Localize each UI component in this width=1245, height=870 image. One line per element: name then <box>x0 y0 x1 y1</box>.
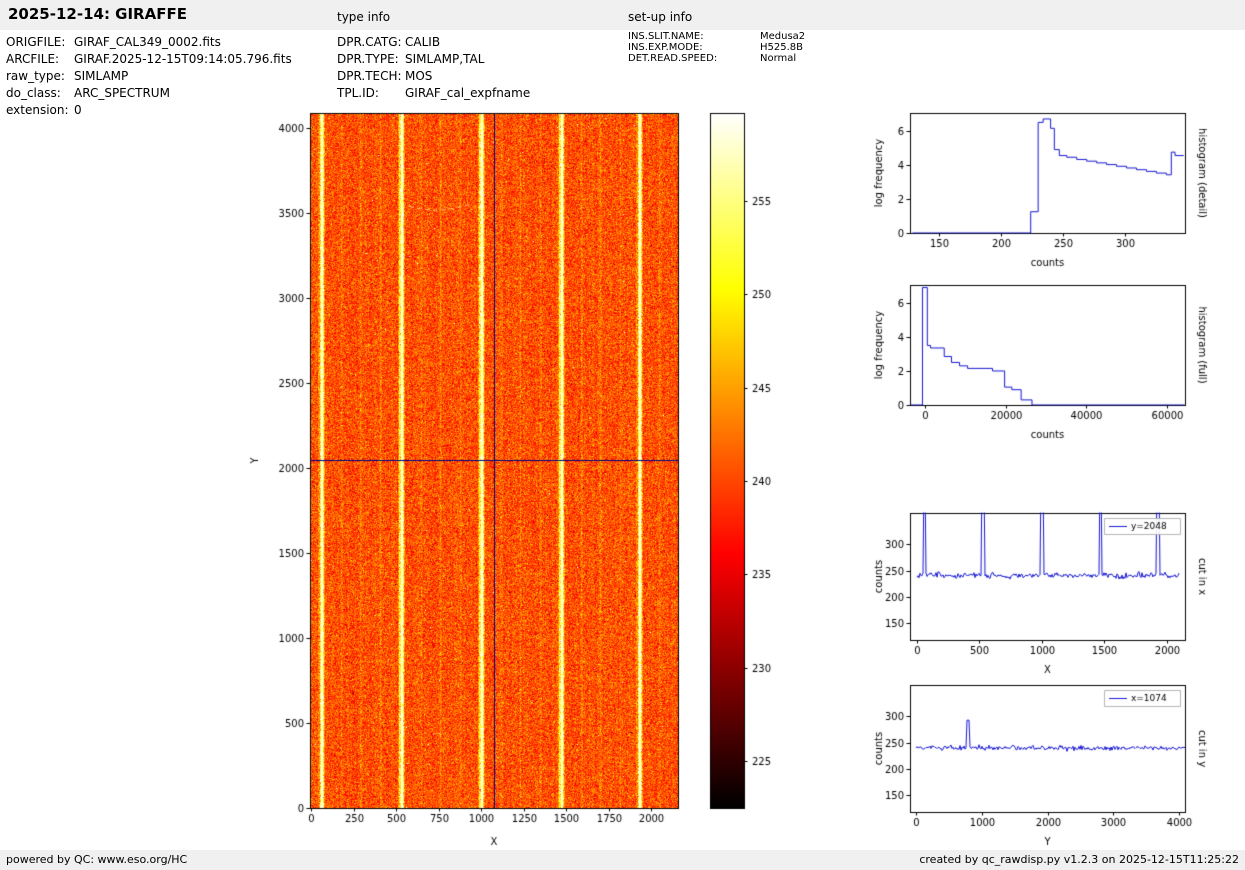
meta-row-dpr-type: DPR.TYPE: SIMLAMP,TAL <box>337 51 530 68</box>
meta-value: CALIB <box>405 35 441 49</box>
meta-row-dpr-tech: DPR.TECH: MOS <box>337 68 530 85</box>
histogram-full-plot <box>860 277 1245 452</box>
meta-row-slit-name: INS.SLIT.NAME: Medusa2 <box>628 31 805 42</box>
meta-row-raw-type: raw_type: SIMLAMP <box>6 68 292 85</box>
meta-row-read-speed: DET.READ.SPEED: Normal <box>628 53 805 64</box>
histogram-detail-plot <box>860 105 1245 280</box>
footer-right-text: created by qc_rawdisp.py v1.2.3 on 2025-… <box>919 853 1239 866</box>
meta-label: do_class: <box>6 86 61 100</box>
meta-label: INS.SLIT.NAME: <box>628 31 704 42</box>
meta-label: DET.READ.SPEED: <box>628 53 718 64</box>
type-info-block: DPR.CATG: CALIB DPR.TYPE: SIMLAMP,TAL DPR.… <box>337 34 530 102</box>
meta-row-arcfile: ARCFILE: GIRAF.2025-12-15T09:14:05.796.fi… <box>6 51 292 68</box>
cut-in-x-plot <box>860 505 1245 687</box>
meta-label: raw_type: <box>6 69 65 83</box>
meta-label: DPR.TYPE: <box>337 52 399 66</box>
header-bar: 2025-12-14: GIRAFFE type info set-up inf… <box>0 0 1245 30</box>
meta-value: SIMLAMP,TAL <box>405 52 485 66</box>
meta-row-origfile: ORIGFILE: GIRAF_CAL349_0002.fits <box>6 34 292 51</box>
giraffe-qc-report: 2025-12-14: GIRAFFE type info set-up inf… <box>0 0 1245 870</box>
meta-label: DPR.CATG: <box>337 35 402 49</box>
meta-label: ORIGFILE: <box>6 35 66 49</box>
meta-label: DPR.TECH: <box>337 69 402 83</box>
meta-value: 0 <box>74 103 82 117</box>
meta-row-dpr-catg: DPR.CATG: CALIB <box>337 34 530 51</box>
cut-in-y-plot <box>860 677 1245 859</box>
setup-info-heading: set-up info <box>628 10 693 24</box>
page-title: 2025-12-14: GIRAFFE <box>8 5 187 23</box>
meta-value: ARC_SPECTRUM <box>74 86 170 100</box>
footer-bar: powered by QC: www.eso.org/HC created by… <box>0 850 1245 870</box>
meta-value: MOS <box>405 69 433 83</box>
meta-value: H525.8B <box>760 42 804 53</box>
meta-row-exp-mode: INS.EXP.MODE: H525.8B <box>628 42 805 53</box>
meta-value: GIRAF_CAL349_0002.fits <box>74 35 221 49</box>
setup-info-block: INS.SLIT.NAME: Medusa2 INS.EXP.MODE: H525.… <box>628 31 805 64</box>
meta-value: SIMLAMP <box>74 69 129 83</box>
meta-value: Normal <box>760 53 797 64</box>
type-info-heading: type info <box>337 10 391 24</box>
raw-image-plot <box>240 100 780 855</box>
meta-label: extension: <box>6 103 69 117</box>
meta-value: GIRAF.2025-12-15T09:14:05.796.fits <box>74 52 292 66</box>
meta-value: Medusa2 <box>760 31 806 42</box>
meta-label: INS.EXP.MODE: <box>628 42 703 53</box>
meta-label: ARCFILE: <box>6 52 60 66</box>
footer-left-text: powered by QC: www.eso.org/HC <box>6 853 188 866</box>
meta-value: GIRAF_cal_expfname <box>405 86 531 100</box>
